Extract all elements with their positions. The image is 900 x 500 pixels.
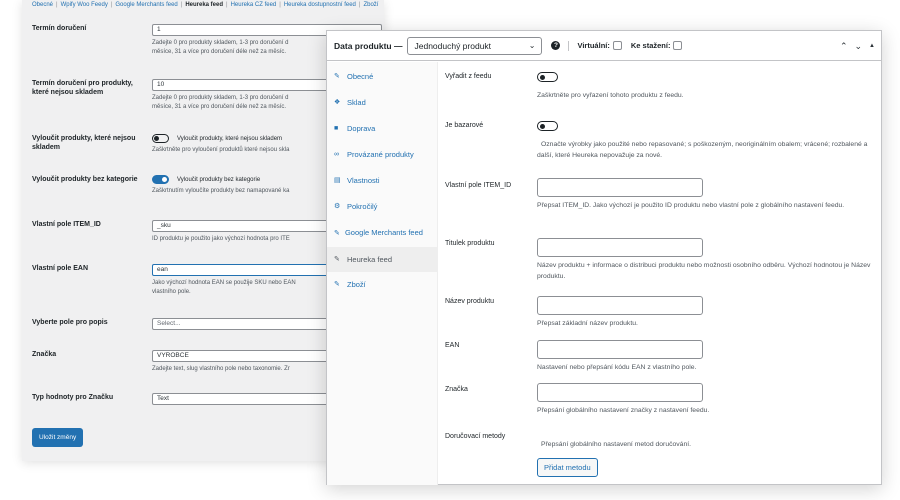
chevron-down-icon: ⌄ <box>528 40 536 50</box>
wrench-icon: ✎ <box>334 281 340 288</box>
tab-advanced[interactable]: ⚙ Pokročilý <box>327 196 437 217</box>
exclude-nocat-toggle[interactable] <box>152 175 169 184</box>
delivery-label: Termín doručení <box>32 25 87 32</box>
save-changes-button[interactable]: Uložit změny <box>32 428 84 447</box>
subnav-link-general[interactable]: Obecné <box>32 2 53 8</box>
downloadable-checkbox-label: Ke stažení: <box>631 41 683 50</box>
brand-field-label: Značka <box>445 386 468 393</box>
subnav-link-heureka-cz[interactable]: Heureka CZ feed <box>231 2 277 8</box>
product-type-select[interactable]: Jednoduchý produkt ⌄ <box>407 36 543 55</box>
panel-controls: ⌃ ⌄ ▲ <box>833 31 875 61</box>
itemid-label: Vlastní pole ITEM_ID <box>32 221 101 228</box>
tab-heureka-feed[interactable]: ✎ Heureka feed <box>327 247 437 272</box>
delivery-methods-label: Doručovací metody <box>445 433 506 440</box>
list-icon: ▤ <box>334 177 341 184</box>
tab-shipping[interactable]: ■ Doprava <box>327 118 437 139</box>
ean-field-label: EAN <box>445 342 460 349</box>
downloadable-checkbox[interactable] <box>673 41 683 50</box>
exclude-oos-label: Vyloučit produkty, které nejsou skladem <box>32 135 136 151</box>
product-data-header: Data produktu — Jednoduchý produkt ⌄ ? V… <box>327 31 881 61</box>
ean-field-description: Nastavení nebo přepsání kódu EAN z vlast… <box>537 364 697 371</box>
tab-attributes[interactable]: ▤ Vlastnosti <box>327 170 437 191</box>
virtual-checkbox[interactable] <box>612 41 622 50</box>
exclude-from-feed-label: Vyřadit z feedu <box>445 73 492 80</box>
help-icon[interactable]: ? <box>551 41 561 50</box>
tab-zbozi[interactable]: ✎ Zboží <box>327 274 437 295</box>
gear-icon: ⚙ <box>334 203 341 210</box>
product-name-input[interactable] <box>537 296 703 315</box>
ean-label: Vlastní pole EAN <box>32 265 89 272</box>
is-bazaar-description: Označte výrobky jako použité nebo repaso… <box>537 141 868 159</box>
exclude-nocat-toggle-label: Vyloučit produkty bez kategorie <box>177 176 261 183</box>
wrench-icon: ✎ <box>334 256 340 263</box>
is-bazaar-toggle[interactable] <box>537 121 558 131</box>
product-title-description: Název produktu + informace o distribuci … <box>537 262 871 280</box>
product-data-title: Data produktu — <box>334 40 403 51</box>
subnav-link-wpify-feeds[interactable]: Wpify Woo Feedy <box>61 2 108 8</box>
delivery-methods-description: Přepsání globálního nastavení metod doru… <box>541 441 692 448</box>
subnav-link-heureka-availability[interactable]: Heureka dostupnostní feed <box>284 2 356 8</box>
heureka-feed-fields: Vyřadit z feedu Zaškrtněte pro vyřazení … <box>438 62 881 484</box>
ean-field-input[interactable] <box>537 340 703 359</box>
truck-icon: ■ <box>334 125 339 132</box>
brand-type-label: Typ hodnoty pro Značku <box>32 394 114 401</box>
product-name-description: Přepsat základní název produktu. <box>537 320 638 327</box>
add-method-button[interactable]: Přidat metodu <box>537 458 598 477</box>
item-id-label: Vlastní pole ITEM_ID <box>445 182 512 189</box>
brand-field-description: Přepsání globálního nastavení značky z n… <box>537 407 710 414</box>
brand-label: Značka <box>32 351 57 358</box>
description-field-label: Vyberte pole pro popis <box>32 319 108 326</box>
header-divider <box>568 40 570 51</box>
tab-google-merchants[interactable]: ✎ Google Merchants feed <box>327 222 437 244</box>
tag-icon: ❖ <box>334 99 341 106</box>
exclude-oos-toggle[interactable] <box>152 134 169 143</box>
settings-subnav: Obecné | Wpify Woo Feedy | Google Merchants … <box>32 2 379 8</box>
exclude-from-feed-description: Zaškrtněte pro vyřazení tohoto produktu … <box>537 92 684 99</box>
wrench-icon: ✎ <box>334 73 340 80</box>
virtual-checkbox-label: Virtuální: <box>577 41 622 50</box>
move-down-icon[interactable]: ⌄ <box>855 41 863 52</box>
exclude-from-feed-toggle[interactable] <box>537 72 558 82</box>
delivery-oos-label: Termín doručení pro produkty, které nejs… <box>32 80 133 96</box>
exclude-oos-toggle-label: Vyloučit produkty, které nejsou skladem <box>177 135 283 142</box>
product-title-label: Titulek produktu <box>445 240 495 247</box>
is-bazaar-label: Je bazarové <box>445 122 484 129</box>
exclude-nocat-label: Vyloučit produkty bez kategorie <box>32 176 138 183</box>
subnav-link-heureka-feed[interactable]: Heureka feed <box>185 2 223 8</box>
item-id-input[interactable] <box>537 178 703 197</box>
tab-linked-products[interactable]: ∞ Provázané produkty <box>327 144 437 165</box>
subnav-link-google-merchants[interactable]: Google Merchants feed <box>115 2 177 8</box>
item-id-description: Přepsat ITEM_ID. Jako výchozí je použito… <box>537 202 845 209</box>
subnav-link-zbozi[interactable]: Zboží <box>363 2 378 8</box>
link-icon: ∞ <box>334 151 339 158</box>
tab-general[interactable]: ✎ Obecné <box>327 66 437 87</box>
brand-field-input[interactable] <box>537 383 703 402</box>
tab-inventory[interactable]: ❖ Sklad <box>327 92 437 113</box>
wrench-icon: ✎ <box>334 230 340 237</box>
collapse-toggle-icon[interactable]: ▲ <box>869 43 875 49</box>
product-title-input[interactable] <box>537 238 703 257</box>
move-up-icon[interactable]: ⌃ <box>840 41 848 52</box>
product-name-label: Název produktu <box>445 298 495 305</box>
product-data-panel: Data produktu — Jednoduchý produkt ⌄ ? V… <box>326 30 882 485</box>
product-data-tabs: ✎ Obecné ❖ Sklad ■ Doprava ∞ Provázané produ… <box>327 62 438 485</box>
